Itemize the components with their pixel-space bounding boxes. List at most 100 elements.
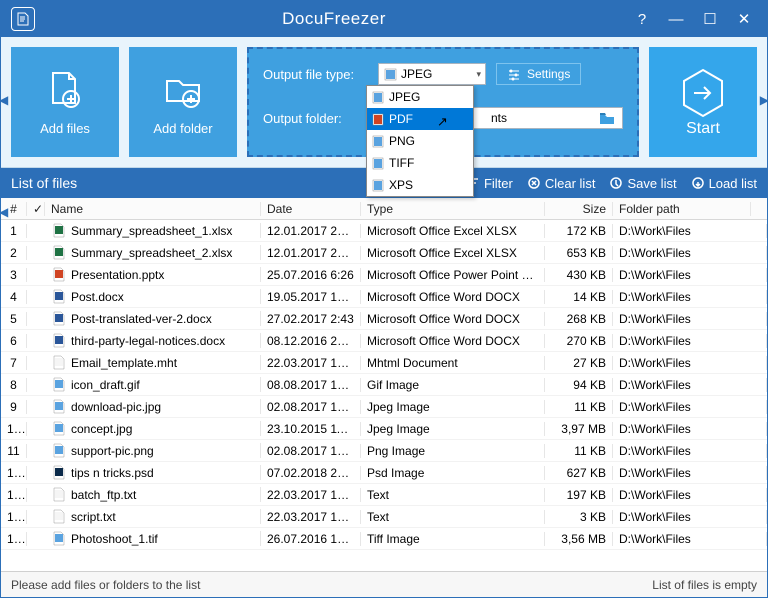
cell-size: 3,56 MB [545, 532, 613, 546]
cell-size: 14 KB [545, 290, 613, 304]
clear-label: Clear list [545, 176, 596, 191]
cell-path: D:\Work\Files [613, 400, 767, 414]
output-type-row: Output file type: JPEG ▾ Settings [263, 63, 623, 85]
load-icon [691, 176, 705, 190]
cell-name-text: Email_template.mht [71, 356, 177, 370]
table-header: # ✓ Name Date Type Size Folder path [1, 198, 767, 220]
cell-path: D:\Work\Files [613, 268, 767, 282]
maximize-button[interactable]: ☐ [701, 10, 719, 28]
table-body[interactable]: 1Summary_spreadsheet_1.xlsx12.01.2017 21… [1, 220, 767, 571]
output-type-dropdown[interactable]: JPEG ▾ [378, 63, 486, 85]
save-list-button[interactable]: Save list [609, 176, 676, 191]
cell-date: 22.03.2017 13:30 [261, 510, 361, 524]
cell-path: D:\Work\Files [613, 246, 767, 260]
table-row[interactable]: 3Presentation.pptx25.07.2016 6:26Microso… [1, 264, 767, 286]
cell-name-text: batch_ftp.txt [71, 488, 136, 502]
cell-num: 9 [1, 400, 27, 414]
statusbar: Please add files or folders to the list … [1, 571, 767, 597]
help-button[interactable]: ? [633, 10, 651, 28]
cell-path: D:\Work\Files [613, 356, 767, 370]
load-list-button[interactable]: Load list [691, 176, 757, 191]
settings-button[interactable]: Settings [496, 63, 581, 85]
table-row[interactable]: 14script.txt22.03.2017 13:30Text3 KBD:\W… [1, 506, 767, 528]
format-option-png[interactable]: PNG [367, 130, 473, 152]
add-files-button[interactable]: Add files [11, 47, 119, 157]
save-icon [609, 176, 623, 190]
start-button[interactable]: Start [649, 47, 757, 157]
file-icon [51, 245, 66, 260]
format-option-label: PDF [389, 112, 413, 126]
cell-size: 94 KB [545, 378, 613, 392]
cell-date: 22.03.2017 13:25 [261, 356, 361, 370]
guide-arrow-icon: ▶ [760, 93, 768, 107]
output-type-popup: JPEGPDFPNGTIFFXPS↖ [366, 85, 474, 197]
cell-type: Mhtml Document [361, 356, 545, 370]
cell-date: 08.08.2017 19:26 [261, 378, 361, 392]
file-icon [51, 355, 66, 370]
cell-date: 26.07.2016 15:40 [261, 532, 361, 546]
cell-num: 13 [1, 488, 27, 502]
app-logo-icon [11, 7, 35, 31]
table-row[interactable]: 5Post-translated-ver-2.docx27.02.2017 2:… [1, 308, 767, 330]
minimize-button[interactable]: — [667, 10, 685, 28]
cell-name: Photoshoot_1.tif [45, 531, 261, 546]
cell-date: 22.03.2017 13:28 [261, 488, 361, 502]
table-row[interactable]: 15Photoshoot_1.tif26.07.2016 15:40Tiff I… [1, 528, 767, 550]
cell-name-text: Photoshoot_1.tif [71, 532, 158, 546]
col-header-date[interactable]: Date [261, 202, 361, 216]
cell-name-text: Post-translated-ver-2.docx [71, 312, 212, 326]
add-folder-button[interactable]: Add folder [129, 47, 237, 157]
cell-name: Presentation.pptx [45, 267, 261, 282]
cell-name-text: support-pic.png [71, 444, 154, 458]
col-header-size[interactable]: Size [545, 202, 613, 216]
table-row[interactable]: 1Summary_spreadsheet_1.xlsx12.01.2017 21… [1, 220, 767, 242]
close-button[interactable]: ✕ [735, 10, 753, 28]
cell-name-text: download-pic.jpg [71, 400, 161, 414]
file-icon [51, 311, 66, 326]
table-row[interactable]: 4Post.docx19.05.2017 15:50Microsoft Offi… [1, 286, 767, 308]
file-type-icon [371, 134, 385, 148]
cell-num: 3 [1, 268, 27, 282]
cell-type: Jpeg Image [361, 422, 545, 436]
filter-label: Filter [484, 176, 513, 191]
format-option-pdf[interactable]: PDF [367, 108, 473, 130]
clear-icon [527, 176, 541, 190]
cell-date: 02.08.2017 19:35 [261, 444, 361, 458]
cell-date: 07.02.2018 22:07 [261, 466, 361, 480]
format-option-xps[interactable]: XPS [367, 174, 473, 196]
cell-size: 11 KB [545, 444, 613, 458]
chevron-down-icon: ▾ [476, 69, 481, 80]
window-controls: ? — ☐ ✕ [633, 10, 761, 28]
table-row[interactable]: 2Summary_spreadsheet_2.xlsx12.01.2017 23… [1, 242, 767, 264]
file-icon [51, 465, 66, 480]
clear-list-button[interactable]: Clear list [527, 176, 596, 191]
table-row[interactable]: 6third-party-legal-notices.docx08.12.201… [1, 330, 767, 352]
start-icon [676, 66, 730, 120]
table-row[interactable]: 10concept.jpg23.10.2015 11:55Jpeg Image3… [1, 418, 767, 440]
jpeg-icon [383, 67, 397, 81]
cell-num: 14 [1, 510, 27, 524]
table-row[interactable]: 12tips n tricks.psd07.02.2018 22:07Psd I… [1, 462, 767, 484]
col-header-check[interactable]: ✓ [27, 202, 45, 216]
cell-path: D:\Work\Files [613, 224, 767, 238]
table-row[interactable]: 13batch_ftp.txt22.03.2017 13:28Text197 K… [1, 484, 767, 506]
cell-name-text: Summary_spreadsheet_1.xlsx [71, 224, 232, 238]
col-header-path[interactable]: Folder path [613, 202, 751, 216]
table-row[interactable]: 7Email_template.mht22.03.2017 13:25Mhtml… [1, 352, 767, 374]
browse-folder-icon[interactable] [596, 109, 618, 127]
format-option-tiff[interactable]: TIFF [367, 152, 473, 174]
table-row[interactable]: 11support-pic.png02.08.2017 19:35Png Ima… [1, 440, 767, 462]
col-header-type[interactable]: Type [361, 202, 545, 216]
cell-path: D:\Work\Files [613, 532, 767, 546]
cell-path: D:\Work\Files [613, 290, 767, 304]
cell-size: 3,97 MB [545, 422, 613, 436]
file-icon [51, 333, 66, 348]
col-header-name[interactable]: Name [45, 202, 261, 216]
cell-name: icon_draft.gif [45, 377, 261, 392]
table-row[interactable]: 9download-pic.jpg02.08.2017 17:52Jpeg Im… [1, 396, 767, 418]
output-folder-value: nts [491, 111, 507, 125]
output-type-value: JPEG [401, 67, 432, 81]
cell-name: Summary_spreadsheet_1.xlsx [45, 223, 261, 238]
table-row[interactable]: 8icon_draft.gif08.08.2017 19:26Gif Image… [1, 374, 767, 396]
format-option-jpeg[interactable]: JPEG [367, 86, 473, 108]
